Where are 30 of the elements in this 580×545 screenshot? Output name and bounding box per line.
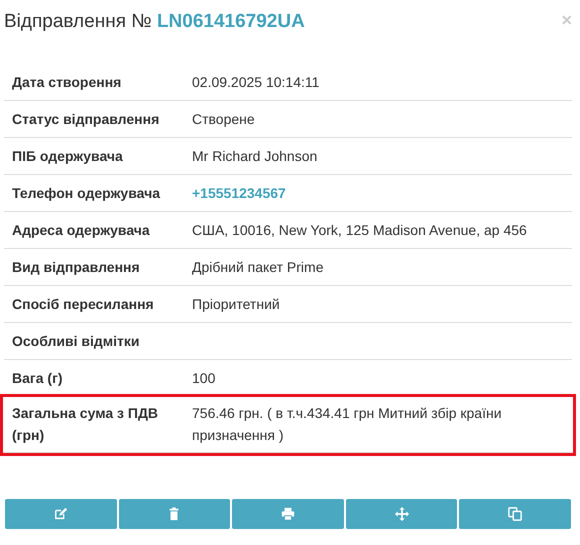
field-label: Особливі відмітки [12, 332, 141, 351]
field-label: Вага (г) [12, 369, 64, 388]
field-label: Спосіб пересилання [12, 295, 155, 314]
copy-icon [508, 507, 522, 521]
printer-icon [280, 507, 295, 521]
edit-icon [54, 507, 68, 521]
close-button[interactable]: × [561, 11, 572, 29]
phone-link[interactable]: +15551234567 [192, 182, 564, 204]
print-button[interactable] [232, 499, 344, 529]
copy-button[interactable] [459, 499, 571, 529]
dialog-title: Відправлення № LN061416792UA [4, 11, 305, 33]
field-label: Дата створення [12, 73, 122, 92]
field-value: Пріоритетний [192, 295, 281, 314]
field-value: 756.46 грн. ( в т.ч.434.41 грн Митний збір країни призначення ) [192, 404, 503, 445]
field-label: Адреса одержувача [12, 221, 151, 240]
delete-button[interactable] [118, 499, 230, 529]
move-icon [394, 507, 409, 521]
field-value: 02.09.2025 10:14:11 [192, 73, 320, 92]
field-label: Статус відправлення [12, 110, 160, 129]
field-label: Вид відправлення [12, 258, 141, 277]
field-value: 100 [192, 369, 216, 388]
field-label: ПІБ одержувача [12, 147, 124, 166]
field-value: США, 10016, New York, 125 Madison Avenue, ap 456 [192, 221, 528, 240]
field-value: Дрібний пакет Prime [192, 258, 324, 277]
field-label: Загальна сума з ПДВ (грн) [12, 404, 160, 445]
field-value: Mr Richard Johnson [192, 147, 318, 166]
trash-icon [167, 507, 182, 521]
field-value: Створене [192, 110, 256, 129]
move-button[interactable] [346, 499, 458, 529]
field-label: Телефон одержувача [12, 184, 162, 203]
